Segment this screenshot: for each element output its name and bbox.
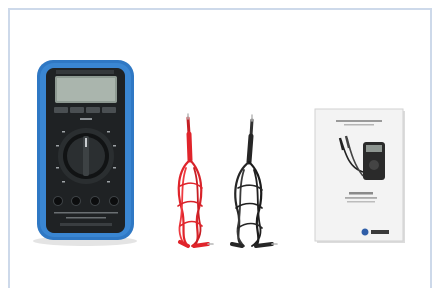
black-test-lead-icon — [230, 114, 278, 248]
product-image-frame — [8, 8, 432, 288]
manual-icon — [314, 108, 405, 243]
multimeter-icon — [33, 60, 137, 246]
red-test-lead-icon — [177, 113, 214, 248]
product-photo — [33, 60, 405, 248]
